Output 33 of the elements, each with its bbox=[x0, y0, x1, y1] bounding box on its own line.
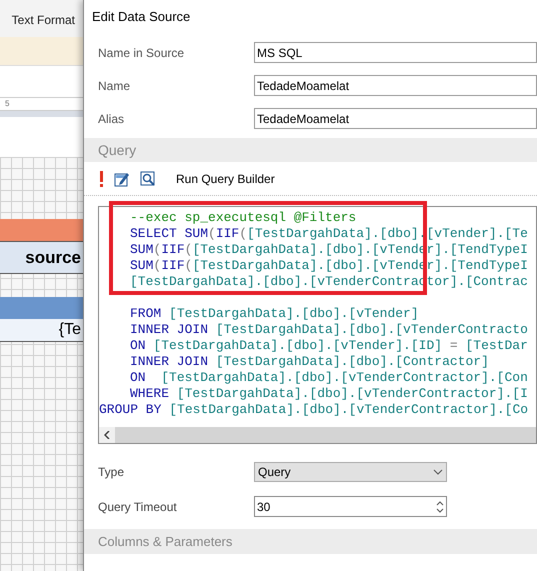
code-line: FROM [TestDargahData].[dbo].[vTender] bbox=[130, 306, 419, 321]
text-field[interactable]: TedadeMoamelat bbox=[254, 75, 537, 96]
code-line: INNER JOIN [TestDargahData].[dbo].[Contractor] bbox=[130, 354, 489, 369]
search-icon[interactable] bbox=[140, 170, 156, 186]
field-label: Alias bbox=[98, 110, 126, 128]
edit-icon[interactable] bbox=[114, 170, 130, 186]
ruler-mark: 5 bbox=[5, 98, 10, 110]
exclamation-icon[interactable] bbox=[98, 170, 104, 186]
code-line: ON [TestDargahData].[dbo].[vTenderContractor].[Con bbox=[130, 370, 528, 385]
code-line: WHERE [TestDargahData].[dbo].[vTenderContractor].[I bbox=[130, 386, 528, 401]
code-comment: --exec sp_executesql @Filters bbox=[130, 210, 356, 225]
type-dropdown[interactable]: Query bbox=[254, 462, 447, 482]
code-line: INNER JOIN [TestDargahData].[dbo].[vTenderContracto bbox=[130, 322, 528, 337]
code-line: GROUP BY [TestDargahData].[dbo].[vTenderContractor].[Co bbox=[99, 402, 528, 417]
timeout-spinner[interactable]: 30 bbox=[254, 496, 447, 517]
text-field[interactable]: TedadeMoamelat bbox=[254, 108, 537, 129]
section-header: Query bbox=[98, 140, 136, 160]
text-field[interactable]: MS SQL bbox=[254, 42, 537, 63]
header-cell-text: source bbox=[25, 246, 82, 269]
code-line: ON [TestDargahData].[dbo].[vTender].[ID] = [TestDar bbox=[130, 338, 528, 353]
field-label: Name in Source bbox=[98, 44, 186, 62]
spin-arrows-icon bbox=[436, 500, 444, 514]
data-cell-text: {Te bbox=[58, 320, 82, 340]
horizontal-scrollbar[interactable] bbox=[99, 427, 536, 443]
scroll-left-icon[interactable] bbox=[99, 427, 115, 443]
section-header: Columns & Parameters bbox=[98, 532, 232, 551]
chevron-down-icon bbox=[433, 469, 443, 475]
window-title: Edit Data Source bbox=[92, 8, 190, 26]
run-query-builder-button[interactable]: Run Query Builder bbox=[176, 170, 275, 188]
toolbar-label: Text Format bbox=[12, 12, 75, 29]
field-label: Type bbox=[98, 464, 126, 481]
field-label: Query Timeout bbox=[98, 498, 178, 516]
field-label: Name bbox=[98, 78, 132, 94]
